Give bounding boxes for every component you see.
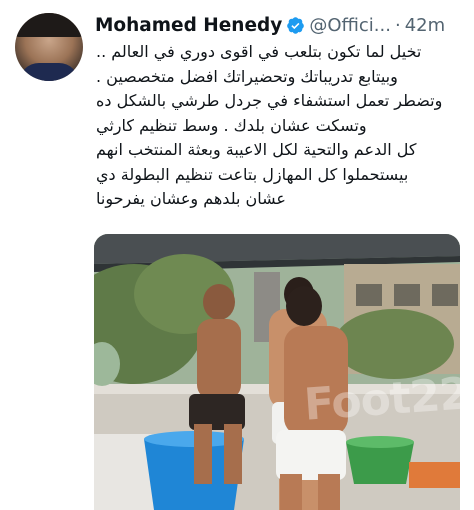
tweet-photo[interactable]: Foot22 bbox=[94, 234, 460, 510]
author-avatar[interactable] bbox=[15, 13, 83, 81]
tweet-text-line: عشان بلدهم وعشان يفرحونا bbox=[96, 189, 286, 208]
author-name[interactable]: Mohamed Henedy bbox=[95, 15, 282, 36]
verified-badge-icon bbox=[287, 16, 305, 34]
tweet-text-line: تخيل لما تكون بتلعب في اقوى دوري في العا… bbox=[96, 42, 422, 61]
tweet-header: Mohamed Henedy @Offici... · 42m bbox=[95, 12, 468, 38]
photo-watermark: Foot22 bbox=[302, 368, 460, 431]
tweet[interactable]: Mohamed Henedy @Offici... · 42m تخيل لما… bbox=[0, 0, 474, 510]
avatar-hair bbox=[15, 13, 83, 37]
separator-dot: · bbox=[394, 14, 401, 36]
tweet-text-line: وتسكت عشان بلدك . وسط تنظيم كارثي bbox=[96, 115, 367, 135]
author-handle[interactable]: @Offici... bbox=[309, 15, 391, 36]
tweet-text: تخيل لما تكون بتلعب في اقوى دوري في العا… bbox=[96, 40, 460, 212]
tweet-timestamp[interactable]: 42m bbox=[405, 15, 445, 36]
tweet-text-line: بيستحملوا كل المهازل بتاعت تنظيم البطولة… bbox=[96, 164, 409, 184]
tweet-text-line: وبيتابع تدريباتك وتحضيراتك افضل متخصصين … bbox=[96, 66, 398, 86]
tweet-text-line: كل الدعم والتحية لكل الاعيبة وبعثة المنت… bbox=[96, 140, 417, 159]
tweet-text-line: وتضطر تعمل استشفاء في جردل طرشي بالشكل د… bbox=[96, 91, 443, 110]
avatar-shirt bbox=[19, 63, 79, 81]
